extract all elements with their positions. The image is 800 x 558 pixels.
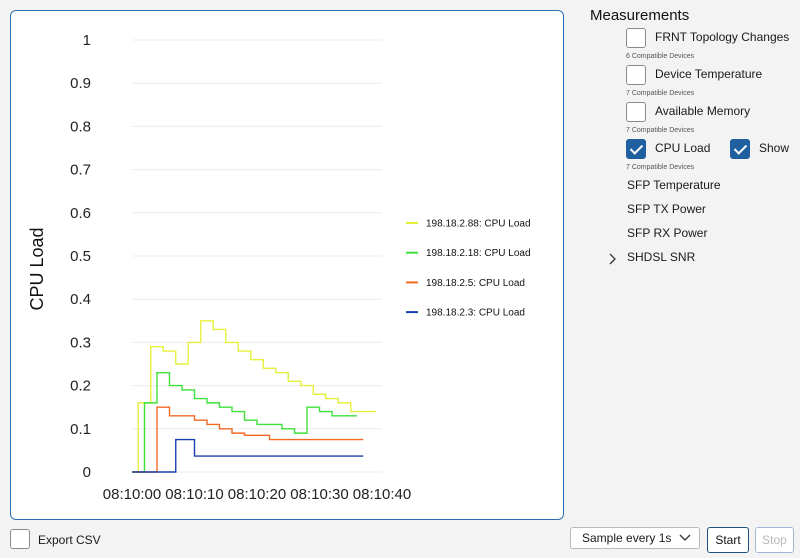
x-tick-label: 08:10:30 [290,486,348,503]
available-memory-checkbox[interactable] [626,102,646,122]
device-temperature-checkbox[interactable] [626,65,646,85]
measurement-shdsl-snr[interactable]: SHDSL SNR [627,250,695,264]
y-axis-title: CPU Load [27,227,47,310]
y-tick-label: 0.3 [70,334,91,351]
x-tick-label: 08:10:20 [228,486,286,503]
measurement-sub: 6 Compatible Devices [626,53,695,60]
measurement-sfp-temperature[interactable]: SFP Temperature [627,178,721,192]
y-tick-label: 0.7 [70,162,91,179]
measurement-sub: 7 Compatible Devices [626,127,695,134]
start-button[interactable]: Start [707,527,749,553]
series-line [132,371,357,473]
y-tick-label: 0.4 [70,291,91,308]
legend-label: 198.18.2.18: CPU Load [426,248,531,259]
series-line [132,320,376,473]
measurement-sfp-tx-power[interactable]: SFP TX Power [627,202,706,216]
export-csv-checkbox[interactable] [10,529,30,549]
cpu-load-checkbox[interactable] [626,139,646,159]
legend: 198.18.2.88: CPU Load 198.18.2.18: CPU Lo… [406,219,531,319]
measurement-sub: 7 Compatible Devices [626,164,695,171]
measurement-label: Available Memory [655,104,751,118]
stop-button[interactable]: Stop [755,527,794,553]
x-tick-label: 08:10:00 [103,486,161,503]
legend-label: 198.18.2.5: CPU Load [426,278,525,289]
x-tick-labels: 08:10:00 08:10:10 08:10:20 08:10:30 08:10:40 [103,486,411,503]
y-tick-label: 0.6 [70,205,91,222]
chevron-down-icon [679,534,691,541]
measurement-label: CPU Load [655,141,711,155]
measurement-label: Device Temperature [655,67,763,81]
chevron-right-icon[interactable] [606,253,618,265]
series-line [132,406,364,473]
y-tick-label: 1 [83,32,91,49]
y-tick-label: 0.2 [70,378,91,395]
show-checkbox[interactable] [730,139,750,159]
measurement-sub: 7 Compatible Devices [626,90,695,97]
measurement-sfp-rx-power[interactable]: SFP RX Power [627,226,707,240]
export-csv-label: Export CSV [38,533,101,547]
measurements-title: Measurements [590,7,690,24]
sample-interval-value: Sample every 1s [582,531,672,545]
y-tick-label: 0.5 [70,248,91,265]
y-tick-label: 0 [83,464,91,481]
sample-interval-select[interactable]: Sample every 1s [570,527,700,549]
x-tick-label: 08:10:40 [353,486,411,503]
measurement-label: FRNT Topology Changes [655,30,790,44]
legend-label: 198.18.2.88: CPU Load [426,219,531,230]
chart-panel: 1 0.9 0.8 0.7 0.6 0.5 0.4 0.3 0.2 0.1 0 08:10:00 08… [10,10,564,520]
measurements-panel: Measurements FRNT Topology Changes 6 Com… [572,0,800,520]
series-line [132,438,364,473]
y-tick-labels: 1 0.9 0.8 0.7 0.6 0.5 0.4 0.3 0.2 0.1 0 [70,32,91,481]
cpu-load-chart: 10.90.80.70.60.50.40.30.20.10 08:10:00 08… [27,32,531,503]
frnt-topology-checkbox[interactable] [626,28,646,48]
series-lines [132,320,376,473]
y-tick-label: 0.1 [70,421,91,438]
show-label: Show [759,141,790,155]
y-tick-label: 0.9 [70,75,91,92]
x-tick-label: 08:10:10 [165,486,223,503]
legend-label: 198.18.2.3: CPU Load [426,308,525,319]
y-tick-label: 0.8 [70,118,91,135]
